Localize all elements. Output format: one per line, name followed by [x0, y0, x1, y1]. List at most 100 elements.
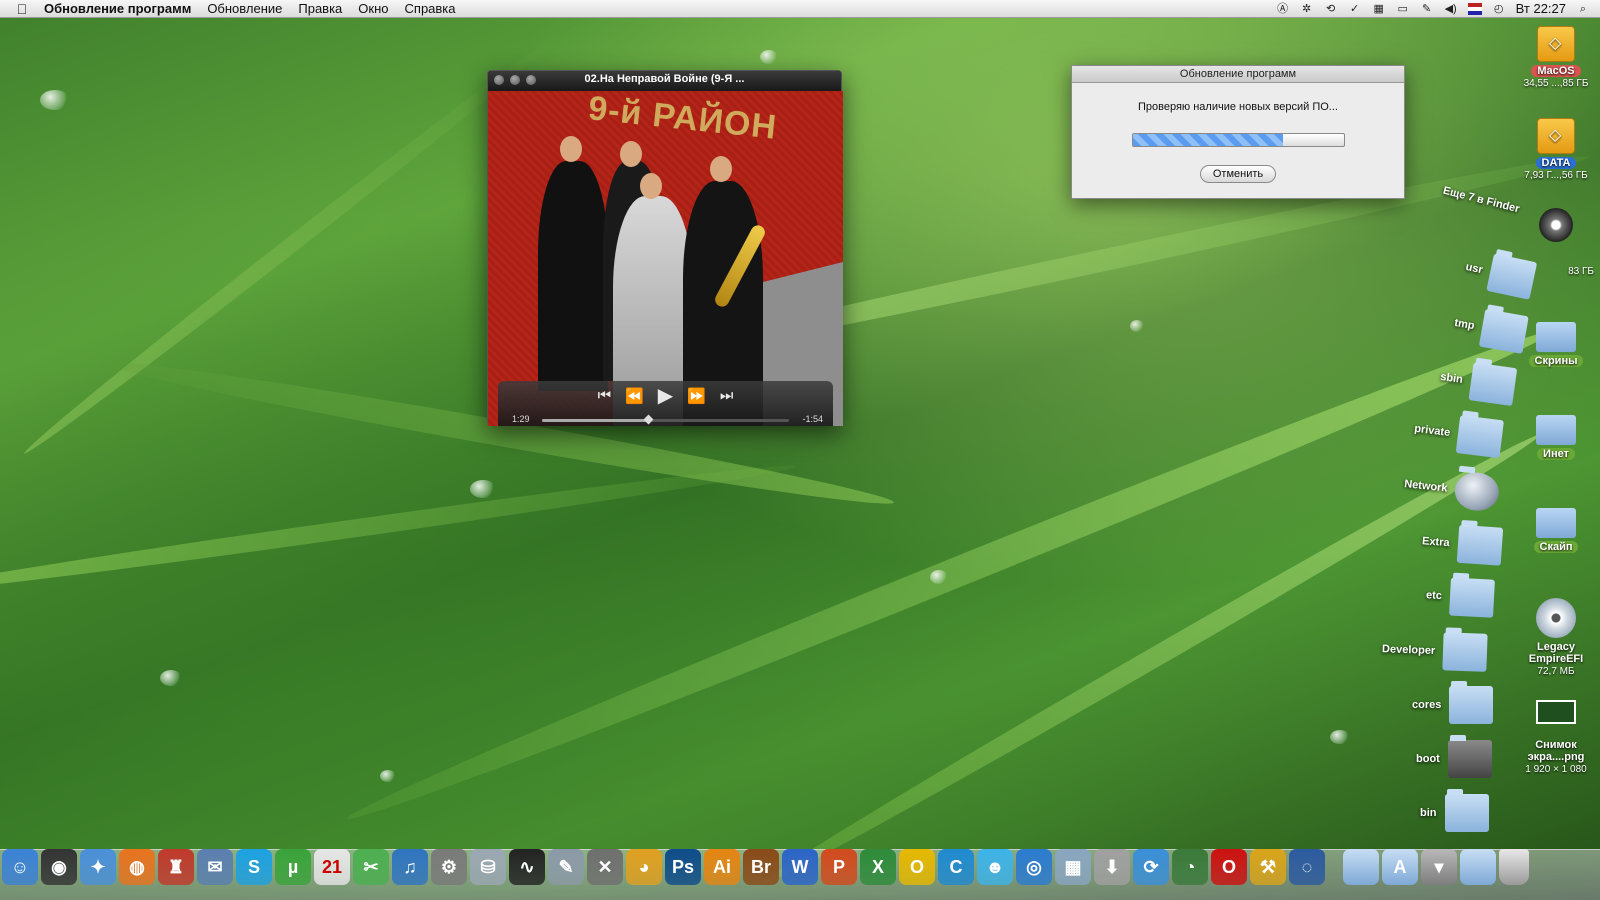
folder-icon — [1447, 735, 1492, 778]
downloads-stack-icon[interactable]: ▾ — [1421, 849, 1457, 885]
volume-data[interactable]: DATA 7,93 Г...,56 ГБ — [1516, 118, 1596, 181]
fan-folder-extra[interactable]: Extra — [1421, 522, 1503, 566]
skype-icon[interactable]: S — [236, 849, 272, 885]
menu-bar:  Обновление программ Обновление Правка … — [0, 0, 1600, 18]
folder-inet[interactable]: Инет — [1516, 415, 1596, 460]
close-button[interactable] — [494, 75, 504, 85]
folder-stack-icon[interactable] — [1460, 849, 1496, 885]
disk-size: 72,7 МБ — [1537, 666, 1575, 677]
messenger-icon[interactable]: ☻ — [977, 849, 1013, 885]
sync-icon[interactable]: ⟲ — [1324, 3, 1338, 15]
bluetooth-icon[interactable]: ✓ — [1348, 3, 1362, 15]
minimize-button[interactable] — [510, 75, 520, 85]
cancel-button[interactable]: Отменить — [1200, 165, 1276, 183]
disk-utility-icon[interactable]: ⛁ — [470, 849, 506, 885]
trash-icon[interactable] — [1499, 849, 1529, 885]
time-machine-icon[interactable]: ◌ — [1289, 849, 1325, 885]
illustrator-icon[interactable]: Ai — [704, 849, 740, 885]
screenshot-file[interactable]: Снимок экра....png 1 920 × 1 080 — [1516, 700, 1596, 775]
utorrent-icon[interactable]: µ — [275, 849, 311, 885]
fan-folder-label: etc — [1425, 589, 1443, 603]
utilities-icon[interactable]: ✕ — [587, 849, 623, 885]
zoom-button[interactable] — [526, 75, 536, 85]
system-preferences-icon[interactable]: ⚙ — [431, 849, 467, 885]
display-icon[interactable]: ▭ — [1396, 3, 1410, 15]
spotlight-search-icon[interactable]: ⌕ — [1576, 3, 1590, 15]
flag-us-icon[interactable] — [1467, 2, 1482, 15]
chrome-icon[interactable]: ◕ — [626, 849, 662, 885]
time-machine-status-icon[interactable]: ◴ — [1492, 3, 1506, 15]
powerpoint-icon[interactable]: P — [821, 849, 857, 885]
fan-folder-etc[interactable]: etc — [1425, 576, 1495, 618]
fan-folder-boot[interactable]: boot — [1416, 735, 1492, 778]
scrubber-track[interactable] — [542, 414, 789, 425]
menu-edit[interactable]: Правка — [290, 1, 350, 16]
photoshop-icon[interactable]: Ps — [665, 849, 701, 885]
menu-clock[interactable]: Вт 22:27 — [1516, 1, 1566, 16]
excel-icon[interactable]: X — [860, 849, 896, 885]
fan-folder-label: bin — [1420, 807, 1437, 819]
transport-buttons: ⏮ ⏪ ▶ ⏩ ⏭ — [498, 386, 833, 406]
fan-folder-bin[interactable]: bin — [1420, 789, 1489, 832]
menu-app-name[interactable]: Обновление программ — [44, 1, 199, 16]
rewind-icon[interactable]: ⏪ — [625, 387, 644, 405]
menu-update[interactable]: Обновление — [199, 1, 290, 16]
image-thumbnail-icon — [1536, 700, 1576, 724]
xslimmer-icon[interactable]: ✂ — [353, 849, 389, 885]
bridge-icon[interactable]: Br — [743, 849, 779, 885]
folder-skype[interactable]: Скайп — [1516, 508, 1596, 553]
gear-status-icon[interactable]: ✲ — [1300, 3, 1314, 15]
outlook-icon[interactable]: O — [899, 849, 935, 885]
network-globe-icon — [1453, 470, 1502, 513]
fan-folder-cores[interactable]: cores — [1412, 681, 1494, 724]
water-drop — [470, 480, 496, 498]
folder-screens[interactable]: Скрины — [1516, 322, 1596, 367]
fan-folder-developer[interactable]: Developer — [1381, 630, 1488, 672]
installer-icon[interactable]: ⬇ — [1094, 849, 1130, 885]
player-titlebar[interactable]: 02.На Неправой Войне (9-Я ... — [488, 71, 841, 89]
dialog-title[interactable]: Обновление программ — [1072, 66, 1404, 83]
water-drop — [40, 90, 70, 110]
spaces-icon[interactable]: ▦ — [1372, 3, 1386, 15]
volume-icon[interactable]: ◀) — [1444, 3, 1458, 15]
migration-icon[interactable]: ⟳ — [1133, 849, 1169, 885]
volume-macos[interactable]: MacOS 34,55 ...,85 ГБ — [1516, 26, 1596, 89]
applications-folder-icon[interactable]: A — [1382, 849, 1418, 885]
communicator-icon[interactable]: C — [938, 849, 974, 885]
finder-icon[interactable]: ☺ — [2, 849, 38, 885]
band-member-head — [620, 141, 642, 167]
media-player-window: 02.На Неправой Войне (9-Я ... 9-й РАЙОН … — [487, 70, 843, 426]
pen-icon[interactable]: ✎ — [1420, 3, 1434, 15]
calendar-icon[interactable]: 21 — [314, 849, 350, 885]
apple-menu-icon[interactable]:  — [0, 1, 44, 17]
dashboard-icon[interactable]: ◉ — [41, 849, 77, 885]
preview-icon[interactable]: ▦ — [1055, 849, 1091, 885]
skip-back-icon[interactable]: ⏮ — [598, 387, 612, 405]
legacy-empireefi-disk[interactable]: Legacy EmpireEFI 72,7 МБ — [1516, 598, 1596, 677]
fast-forward-icon[interactable]: ⏩ — [687, 387, 706, 405]
activity-monitor-icon[interactable]: ∿ — [509, 849, 545, 885]
adobe-updater-icon[interactable]: Ⓐ — [1276, 3, 1290, 15]
forklift-icon[interactable]: ⚒ — [1250, 849, 1286, 885]
puppet-icon[interactable]: ♜ — [158, 849, 194, 885]
menu-help[interactable]: Справка — [397, 1, 464, 16]
documents-folder-icon[interactable] — [1343, 849, 1379, 885]
word-icon[interactable]: W — [782, 849, 818, 885]
folder-icon — [1536, 508, 1576, 538]
mail-icon[interactable]: ✉ — [197, 849, 233, 885]
script-editor-icon[interactable]: ✎ — [548, 849, 584, 885]
opera-icon[interactable]: O — [1211, 849, 1247, 885]
skip-forward-icon[interactable]: ⏭ — [720, 387, 734, 405]
itunes-icon[interactable]: ♫ — [392, 849, 428, 885]
safari-icon[interactable]: ✦ — [80, 849, 116, 885]
network-icon[interactable]: ◎ — [1016, 849, 1052, 885]
folder-label: Инет — [1537, 448, 1575, 460]
play-icon[interactable]: ▶ — [658, 386, 673, 406]
clock-icon[interactable]: ◔ — [1172, 849, 1208, 885]
update-progress-bar — [1132, 133, 1345, 147]
scrubber-knob[interactable] — [643, 414, 654, 425]
firefox-icon[interactable]: ◍ — [119, 849, 155, 885]
menu-window[interactable]: Окно — [350, 1, 396, 16]
water-drop — [1330, 730, 1350, 744]
time-machine-volume[interactable]: 83 ГБ — [1516, 208, 1596, 277]
